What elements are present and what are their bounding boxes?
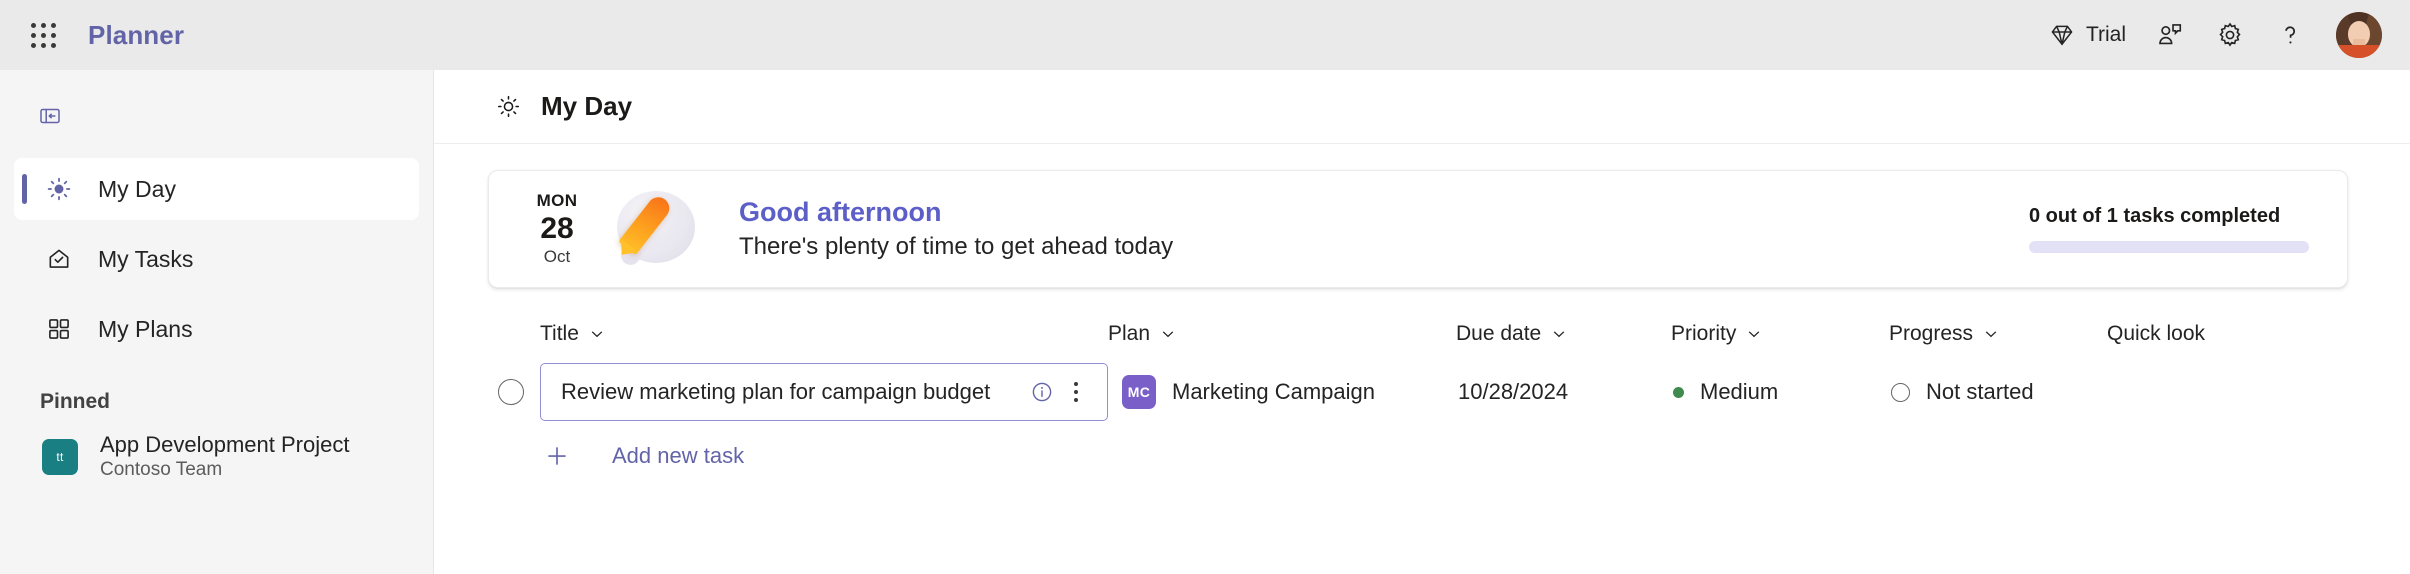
sidebar-item-my-plans[interactable]: My Plans <box>14 298 419 360</box>
content-area: MON 28 Oct Good afternoon There's plenty… <box>434 144 2410 574</box>
pencil-bubble-illustration <box>609 181 705 277</box>
top-bar-actions: Trial <box>2035 9 2382 61</box>
sun-icon <box>42 176 76 202</box>
app-brand-title: Planner <box>88 19 185 50</box>
three-dots-glyph <box>1074 382 1078 402</box>
task-priority-value: Medium <box>1700 379 1779 404</box>
column-header-progress[interactable]: Progress <box>1889 322 2107 346</box>
sidebar-item-label: My Plans <box>98 315 193 342</box>
task-title-input[interactable]: Review marketing plan for campaign budge… <box>540 363 1108 421</box>
pinned-plan-text: App Development Project Contoso Team <box>100 431 350 481</box>
task-progress-cell[interactable]: Not started <box>1889 379 2107 405</box>
task-plan-name: Marketing Campaign <box>1172 379 1375 404</box>
column-header-title[interactable]: Title <box>540 322 1108 346</box>
column-header-priority[interactable]: Priority <box>1671 322 1889 346</box>
pinned-plan-group: Contoso Team <box>100 459 223 481</box>
sidebar-item-label: My Day <box>98 175 176 202</box>
column-title-label: Title <box>540 322 579 345</box>
date-day-of-week: MON <box>536 191 578 211</box>
help-button[interactable] <box>2260 9 2320 61</box>
main-content: My Day MON 28 Oct Good afternoon There's… <box>434 70 2410 574</box>
column-header-quick-look: Quick look <box>2107 322 2327 346</box>
trial-button[interactable]: Trial <box>2035 9 2140 61</box>
chevron-down-icon <box>589 326 605 342</box>
chevron-down-icon <box>1746 326 1762 342</box>
task-due-date-value: 10/28/2024 <box>1458 379 1569 404</box>
sidebar: My Day My Tasks My Plans Pinned tt App D… <box>0 70 434 574</box>
page-header: My Day <box>434 70 2410 144</box>
waffle-icon <box>30 22 56 48</box>
column-header-plan[interactable]: Plan <box>1108 322 1456 346</box>
task-priority-cell[interactable]: Medium <box>1671 379 1889 405</box>
collapse-navigation-button[interactable] <box>28 98 72 134</box>
task-complete-cell <box>482 379 540 405</box>
column-header-due-date[interactable]: Due date <box>1456 322 1671 346</box>
feedback-button[interactable] <box>2140 9 2200 61</box>
plan-avatar-badge: tt <box>42 439 78 475</box>
planner-app: Planner Trial My Day My Tasks My Plans P… <box>0 0 2410 574</box>
date-month: Oct <box>543 246 571 266</box>
pinned-plan-name: App Development Project <box>100 431 350 457</box>
date-day-number: 28 <box>540 212 574 246</box>
sun-icon <box>496 94 521 119</box>
task-plan-cell[interactable]: MC Marketing Campaign <box>1108 375 1456 409</box>
task-table: Title Plan Due date Priority Progress Qu… <box>482 310 2354 486</box>
task-title-value: Review marketing plan for campaign budge… <box>561 379 991 404</box>
add-new-task-button[interactable]: Add new task <box>482 426 2354 486</box>
sidebar-nav: My Day My Tasks My Plans <box>0 152 433 368</box>
tasks-progress: 0 out of 1 tasks completed <box>2029 205 2309 253</box>
priority-dot-icon <box>1673 386 1684 398</box>
column-due-date-label: Due date <box>1456 322 1542 345</box>
grid-icon <box>42 316 76 342</box>
app-launcher-button[interactable] <box>20 12 66 58</box>
person-feedback-icon <box>2156 21 2184 49</box>
task-progress-value: Not started <box>1926 379 2034 404</box>
chevron-down-icon <box>1160 326 1176 342</box>
sidebar-item-my-day[interactable]: My Day <box>14 158 419 220</box>
chevron-down-icon <box>1983 326 1999 342</box>
greeting-banner: MON 28 Oct Good afternoon There's plenty… <box>488 170 2348 288</box>
table-row: Review marketing plan for campaign budge… <box>482 358 2354 426</box>
column-progress-label: Progress <box>1889 322 1974 345</box>
tasks-completed-label: 0 out of 1 tasks completed <box>2029 205 2281 227</box>
gear-icon <box>2216 21 2244 49</box>
app-body: My Day My Tasks My Plans Pinned tt App D… <box>0 70 2410 574</box>
settings-button[interactable] <box>2200 9 2260 61</box>
progress-not-started-icon <box>1891 382 1910 402</box>
add-new-task-label: Add new task <box>612 443 745 468</box>
avatar[interactable] <box>2336 12 2382 58</box>
column-quick-look-label: Quick look <box>2107 322 2206 345</box>
greeting-subtitle: There's plenty of time to get ahead toda… <box>739 232 1174 260</box>
panel-collapse-icon <box>38 104 62 128</box>
progress-bar-track <box>2029 241 2309 253</box>
trial-label: Trial <box>2085 23 2126 46</box>
table-header-row: Title Plan Due date Priority Progress Qu… <box>482 310 2354 358</box>
greeting-headline: Good afternoon <box>739 196 942 227</box>
sidebar-item-label: My Tasks <box>98 245 194 272</box>
question-mark-icon <box>2276 21 2304 49</box>
page-title: My Day <box>541 91 633 121</box>
diamond-icon <box>2049 22 2075 48</box>
info-icon[interactable] <box>1025 375 1059 409</box>
tasks-home-icon <box>42 246 76 272</box>
pinned-section-header: Pinned <box>40 390 111 413</box>
top-app-bar: Planner Trial <box>0 0 2410 70</box>
sidebar-item-my-tasks[interactable]: My Tasks <box>14 228 419 290</box>
plan-badge: MC <box>1122 375 1156 409</box>
column-priority-label: Priority <box>1671 322 1737 345</box>
more-options-icon[interactable] <box>1059 375 1093 409</box>
column-plan-label: Plan <box>1108 322 1151 345</box>
task-due-date-cell[interactable]: 10/28/2024 <box>1456 379 1671 405</box>
date-block: MON 28 Oct <box>519 191 595 267</box>
collapse-row <box>0 84 433 152</box>
task-complete-checkbox[interactable] <box>498 379 524 405</box>
chevron-down-icon <box>1551 326 1567 342</box>
plus-icon <box>540 443 574 469</box>
avatar-shirt <box>2336 45 2382 58</box>
sidebar-pinned-plan[interactable]: tt App Development Project Contoso Team <box>14 422 419 492</box>
greeting-text: Good afternoon There's plenty of time to… <box>739 197 1173 262</box>
